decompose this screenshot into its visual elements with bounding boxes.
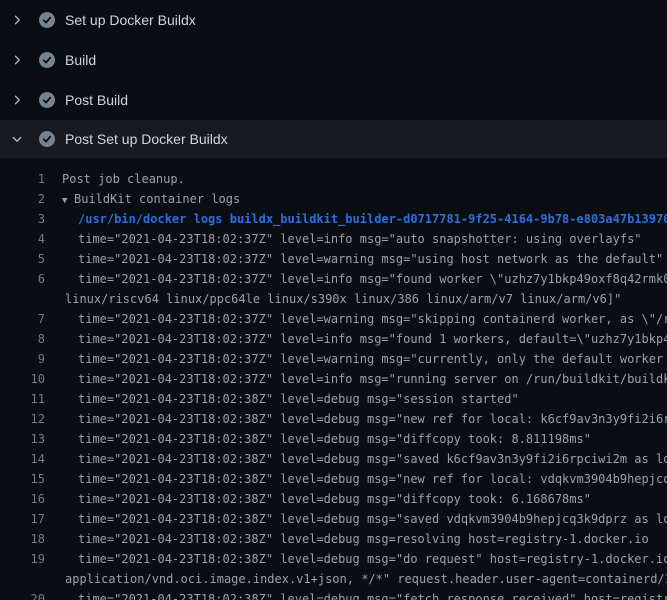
log-text: time="2021-04-23T18:02:37Z" level=info m… (78, 369, 667, 389)
log-text: time="2021-04-23T18:02:38Z" level=debug … (78, 449, 667, 469)
line-number[interactable]: 7 (0, 309, 45, 329)
log-line: 6 time="2021-04-23T18:02:37Z" level=info… (0, 269, 667, 289)
log-line: 3 /usr/bin/docker logs buildx_buildkit_b… (0, 209, 667, 229)
log-line: 4 time="2021-04-23T18:02:37Z" level=info… (0, 229, 667, 249)
line-number[interactable]: 20 (0, 589, 45, 600)
log-line: linux/riscv64 linux/ppc64le linux/s390x … (0, 289, 667, 309)
log-line: 9 time="2021-04-23T18:02:37Z" level=warn… (0, 349, 667, 369)
log-text: time="2021-04-23T18:02:38Z" level=debug … (78, 529, 649, 549)
line-number[interactable]: 14 (0, 449, 45, 469)
line-number[interactable]: 15 (0, 469, 45, 489)
check-circle-icon (39, 12, 55, 28)
line-number[interactable]: 8 (0, 329, 45, 349)
log-text: time="2021-04-23T18:02:38Z" level=debug … (78, 409, 667, 429)
line-number[interactable]: 11 (0, 389, 45, 409)
line-number[interactable]: 16 (0, 489, 45, 509)
log-text: time="2021-04-23T18:02:37Z" level=info m… (78, 229, 642, 249)
log-text: time="2021-04-23T18:02:38Z" level=debug … (78, 389, 519, 409)
log-line: 2 ▼ BuildKit container logs (0, 189, 667, 209)
step-title: Post Build (65, 90, 128, 110)
chevron-right-icon[interactable] (9, 52, 25, 68)
log-line: 13 time="2021-04-23T18:02:38Z" level=deb… (0, 429, 667, 449)
log-line: 16 time="2021-04-23T18:02:38Z" level=deb… (0, 489, 667, 509)
step-header-collapsed[interactable]: Build (0, 40, 667, 80)
log-text: time="2021-04-23T18:02:38Z" level=debug … (78, 509, 667, 529)
log-line: 15 time="2021-04-23T18:02:38Z" level=deb… (0, 469, 667, 489)
log-line: 20 time="2021-04-23T18:02:38Z" level=deb… (0, 589, 667, 600)
step-title: Set up Docker Buildx (65, 10, 196, 30)
log-line: 10 time="2021-04-23T18:02:37Z" level=inf… (0, 369, 667, 389)
log-line: 18 time="2021-04-23T18:02:38Z" level=deb… (0, 529, 667, 549)
log-line: 7 time="2021-04-23T18:02:37Z" level=warn… (0, 309, 667, 329)
log-text: time="2021-04-23T18:02:38Z" level=debug … (78, 469, 667, 489)
log-text: time="2021-04-23T18:02:38Z" level=debug … (78, 549, 667, 569)
log-text: time="2021-04-23T18:02:38Z" level=debug … (78, 589, 667, 600)
actions-log-viewer: Set up Docker Buildx Build Post Build Po… (0, 0, 667, 600)
chevron-right-icon[interactable] (9, 12, 25, 28)
chevron-down-icon[interactable] (9, 131, 25, 147)
group-toggle-icon[interactable]: ▼ (62, 191, 74, 211)
line-number[interactable]: 5 (0, 249, 45, 269)
step-header-collapsed[interactable]: Set up Docker Buildx (0, 0, 667, 40)
line-number[interactable]: 6 (0, 269, 45, 289)
line-number[interactable]: 10 (0, 369, 45, 389)
step-title: Build (65, 50, 96, 70)
log-text: time="2021-04-23T18:02:37Z" level=warnin… (78, 249, 663, 269)
line-number[interactable]: 17 (0, 509, 45, 529)
log-text: time="2021-04-23T18:02:37Z" level=warnin… (78, 349, 667, 369)
log-text: time="2021-04-23T18:02:37Z" level=info m… (78, 269, 667, 289)
step-header-collapsed[interactable]: Post Build (0, 80, 667, 120)
line-number[interactable]: 12 (0, 409, 45, 429)
check-circle-icon (39, 131, 55, 147)
chevron-right-icon[interactable] (9, 92, 25, 108)
log-text: application/vnd.oci.image.index.v1+json,… (65, 569, 667, 589)
step-list: Set up Docker Buildx Build Post Build Po… (0, 0, 667, 158)
step-header-expanded[interactable]: Post Set up Docker Buildx (0, 120, 667, 158)
log-text: Post job cleanup. (62, 169, 185, 189)
log-text: BuildKit container logs (74, 189, 240, 209)
log-text: time="2021-04-23T18:02:38Z" level=debug … (78, 429, 591, 449)
log-text: time="2021-04-23T18:02:37Z" level=warnin… (78, 309, 667, 329)
log-text: /usr/bin/docker logs buildx_buildkit_bui… (78, 209, 667, 229)
line-number[interactable]: 9 (0, 349, 45, 369)
log-line: 8 time="2021-04-23T18:02:37Z" level=info… (0, 329, 667, 349)
line-number[interactable]: 2 (0, 189, 45, 209)
log-line: 19 time="2021-04-23T18:02:38Z" level=deb… (0, 549, 667, 569)
log-line: 12 time="2021-04-23T18:02:38Z" level=deb… (0, 409, 667, 429)
log-line: application/vnd.oci.image.index.v1+json,… (0, 569, 667, 589)
line-number[interactable]: 4 (0, 229, 45, 249)
log-line: 14 time="2021-04-23T18:02:38Z" level=deb… (0, 449, 667, 469)
log-line: 1 Post job cleanup. (0, 169, 667, 189)
check-circle-icon (39, 52, 55, 68)
line-number[interactable]: 18 (0, 529, 45, 549)
log-text: time="2021-04-23T18:02:37Z" level=info m… (78, 329, 667, 349)
check-circle-icon (39, 92, 55, 108)
log-line: 5 time="2021-04-23T18:02:37Z" level=warn… (0, 249, 667, 269)
log-text: time="2021-04-23T18:02:38Z" level=debug … (78, 489, 591, 509)
line-number[interactable]: 3 (0, 209, 45, 229)
step-title: Post Set up Docker Buildx (65, 129, 228, 149)
line-number[interactable]: 1 (0, 169, 45, 189)
line-number[interactable]: 13 (0, 429, 45, 449)
line-number[interactable]: 19 (0, 549, 45, 569)
log-line: 17 time="2021-04-23T18:02:38Z" level=deb… (0, 509, 667, 529)
log-text: linux/riscv64 linux/ppc64le linux/s390x … (65, 289, 621, 309)
log-line: 11 time="2021-04-23T18:02:38Z" level=deb… (0, 389, 667, 409)
log-lines: 1 Post job cleanup. 2 ▼ BuildKit contain… (0, 158, 667, 600)
